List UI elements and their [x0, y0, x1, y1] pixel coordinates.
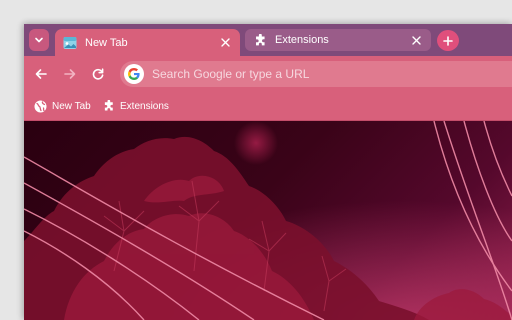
forward-button[interactable] [60, 64, 80, 84]
globe-icon [34, 100, 47, 113]
bookmark-new-tab[interactable]: New Tab [34, 97, 91, 115]
back-button[interactable] [31, 64, 51, 84]
bookmark-label: Extensions [120, 100, 169, 112]
omnibox[interactable] [120, 61, 512, 87]
new-tab-page [24, 121, 512, 320]
toolbar [24, 56, 512, 91]
google-icon [124, 64, 144, 84]
tab-title: Extensions [275, 34, 329, 46]
search-input[interactable] [152, 67, 472, 81]
new-tab-button[interactable] [437, 30, 459, 51]
puzzle-icon [102, 100, 115, 113]
tab-extensions[interactable]: Extensions [245, 29, 431, 51]
tab-search-button[interactable] [29, 29, 49, 51]
chevron-down-icon [35, 37, 43, 43]
reload-icon [92, 68, 104, 80]
plus-icon [443, 35, 453, 46]
bookmarks-bar: New Tab Extensions [24, 91, 512, 121]
arrow-right-icon [64, 69, 76, 79]
puzzle-icon [253, 33, 267, 47]
arrow-left-icon [35, 69, 47, 79]
bookmark-extensions[interactable]: Extensions [102, 97, 169, 115]
close-tab-icon[interactable] [218, 36, 232, 50]
tab-strip: New Tab Extensions [24, 24, 512, 56]
new-tab-favicon-icon [63, 36, 77, 50]
reload-button[interactable] [88, 64, 108, 84]
close-tab-icon[interactable] [409, 33, 423, 47]
bookmark-label: New Tab [52, 100, 91, 112]
tab-new-tab[interactable]: New Tab [55, 29, 240, 56]
tab-title: New Tab [85, 36, 128, 49]
background-image [24, 121, 512, 320]
browser-window: New Tab Extensions Search Google or type… [24, 24, 512, 320]
